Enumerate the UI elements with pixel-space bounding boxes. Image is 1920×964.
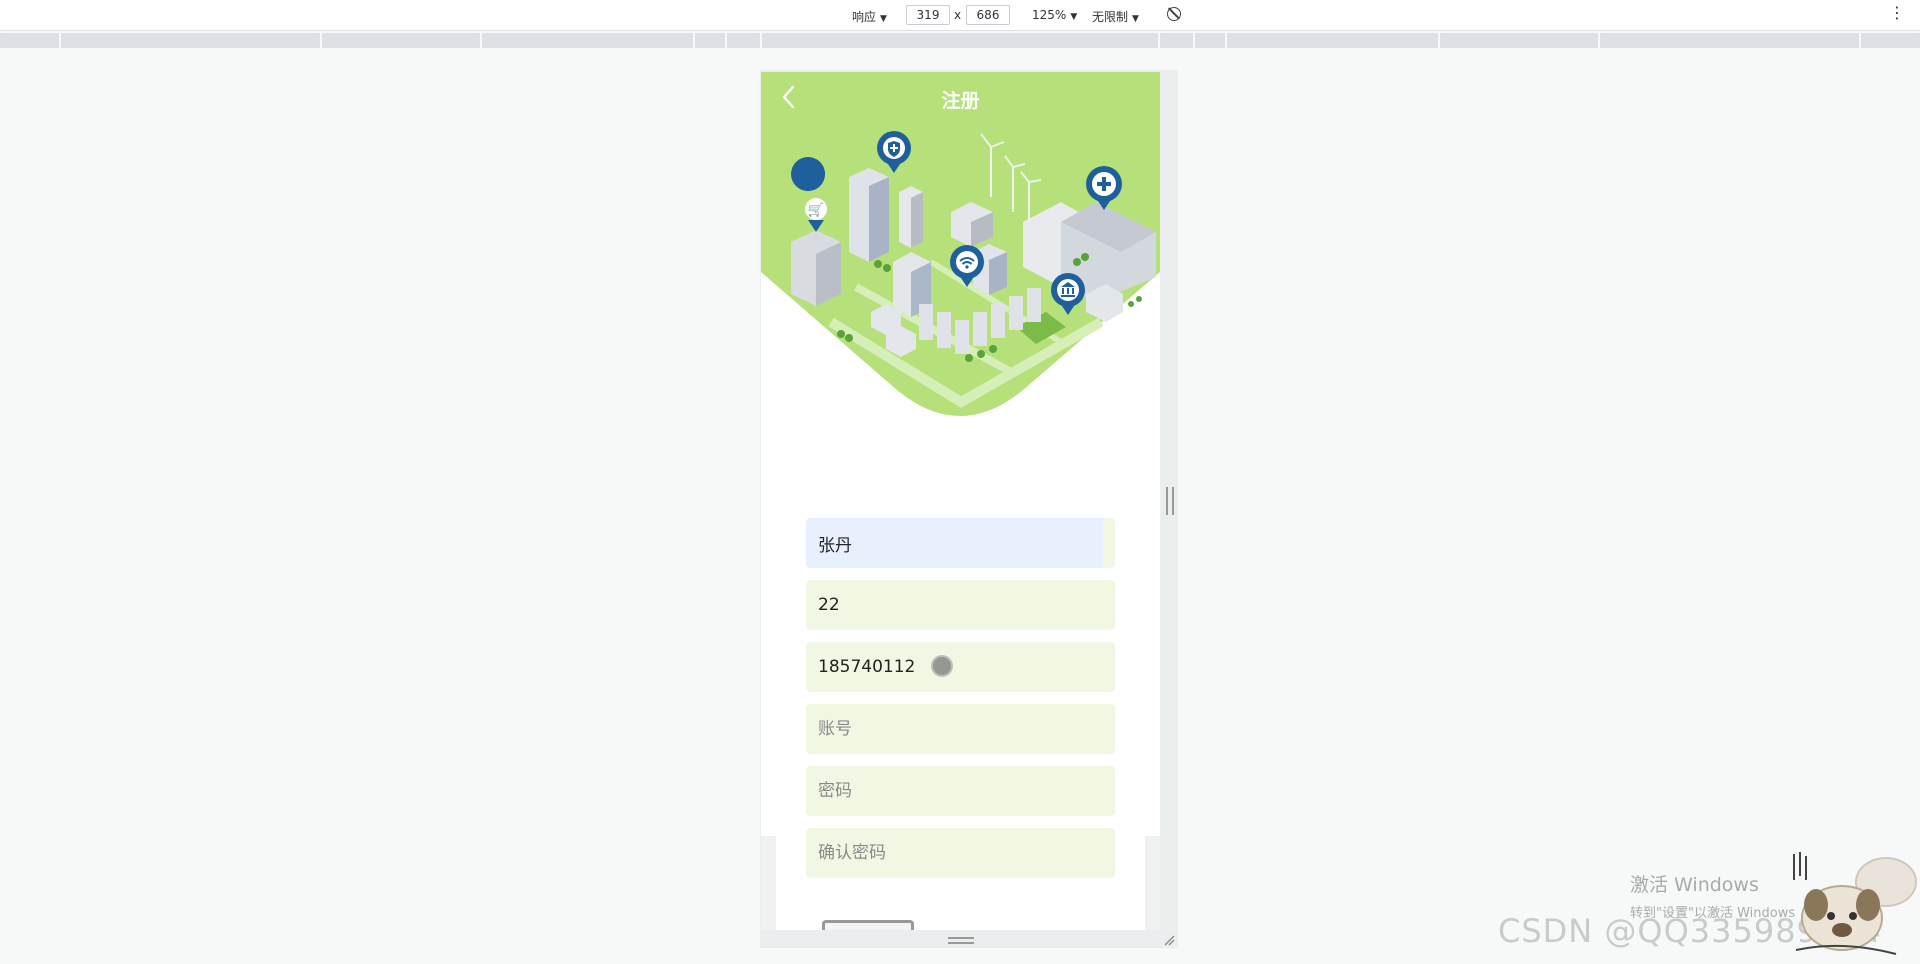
building	[911, 192, 923, 248]
device-mode-dropdown[interactable]: 响应 ▼	[852, 8, 887, 25]
age-field	[806, 580, 1115, 630]
resize-handle-bottom[interactable]	[948, 937, 974, 944]
no-throttle-icon[interactable]	[1167, 7, 1181, 21]
throttle-dropdown[interactable]: 无限制 ▼	[1092, 8, 1139, 25]
name-field	[806, 518, 1115, 568]
throttle-label: 无限制	[1092, 10, 1129, 24]
phone-input[interactable]	[806, 642, 1115, 692]
city-illustration: 🛒	[761, 72, 1160, 416]
confirm-password-field	[806, 828, 1115, 878]
media-query-segment[interactable]	[0, 33, 59, 48]
hero-banner: 🛒 注册	[761, 72, 1160, 417]
dimension-separator: x	[954, 8, 962, 22]
password-input[interactable]	[806, 766, 1115, 816]
dog-mascot-sticker	[1793, 852, 1917, 955]
age-input[interactable]	[806, 580, 1115, 630]
page-title: 注册	[941, 90, 980, 112]
media-query-segment[interactable]	[762, 33, 1158, 48]
building	[869, 177, 889, 262]
confirm-password-input[interactable]	[806, 828, 1115, 878]
caret-down-icon: ▼	[880, 14, 887, 24]
caret-down-icon: ▼	[1132, 14, 1139, 24]
media-query-segment[interactable]	[1600, 33, 1859, 48]
touch-cursor-indicator	[931, 655, 953, 677]
devtools-device-toolbar: 响应 ▼ 319 x 686 125% ▼ 无限制 ▼ ⋮	[0, 0, 1920, 31]
account-input[interactable]	[806, 704, 1115, 754]
resize-corner-icon[interactable]	[1163, 934, 1175, 946]
media-query-segment[interactable]	[1195, 33, 1225, 48]
device-mode-label: 响应	[852, 10, 877, 24]
viewport-height-input[interactable]: 686	[966, 5, 1010, 25]
media-query-segment[interactable]	[482, 33, 693, 48]
account-field	[806, 704, 1115, 754]
windows-activation-title: 激活 Windows	[1630, 874, 1759, 896]
media-query-segment[interactable]	[61, 33, 320, 48]
phone-field	[806, 642, 1115, 692]
password-field	[806, 766, 1115, 816]
resize-handle-right[interactable]	[1166, 487, 1174, 515]
media-query-segment[interactable]	[695, 33, 725, 48]
viewport-width-input[interactable]: 319	[906, 5, 950, 25]
zoom-label: 125%	[1032, 8, 1067, 22]
submit-button[interactable]	[822, 920, 914, 930]
media-query-segment[interactable]	[1440, 33, 1598, 48]
viewport-gutter	[1145, 836, 1160, 930]
media-query-segment[interactable]	[727, 33, 760, 48]
svg-text:🛒: 🛒	[808, 202, 824, 218]
name-input[interactable]	[806, 518, 1103, 568]
media-query-segment[interactable]	[1861, 33, 1920, 48]
register-form	[806, 518, 1115, 890]
media-query-segment[interactable]	[1227, 33, 1438, 48]
caret-down-icon: ▼	[1070, 12, 1078, 22]
more-options-icon[interactable]: ⋮	[1889, 3, 1906, 22]
viewport-gutter	[761, 836, 776, 930]
media-query-bar	[0, 33, 1920, 50]
zoom-dropdown[interactable]: 125% ▼	[1032, 8, 1077, 22]
media-query-segment[interactable]	[322, 33, 480, 48]
mobile-viewport: 🛒 注册 张丹 22 185740112 账号	[761, 72, 1160, 930]
media-query-segment[interactable]	[1160, 33, 1193, 48]
